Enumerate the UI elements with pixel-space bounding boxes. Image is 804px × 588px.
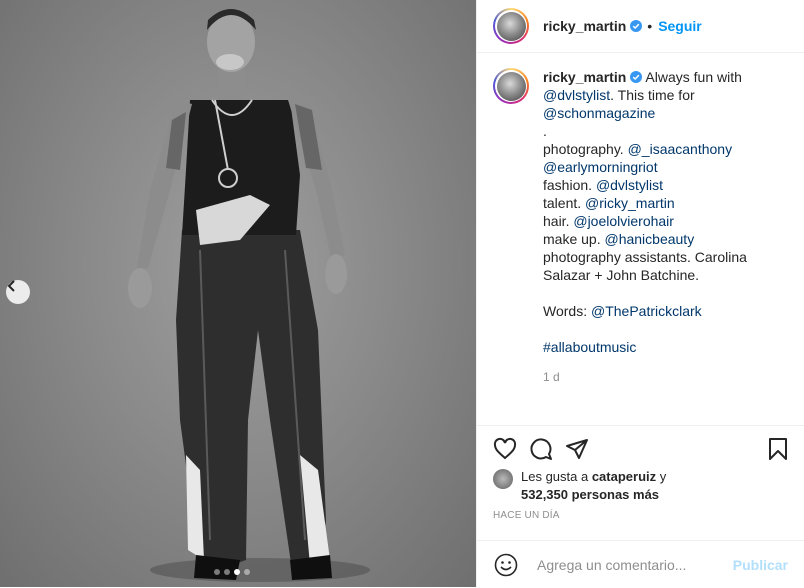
caption-mention[interactable]: @ricky_martin <box>585 195 675 211</box>
caption-text-segment: . This time for <box>610 87 695 103</box>
share-icon <box>566 439 588 459</box>
caption-line <box>543 320 779 338</box>
follow-button[interactable]: Seguir <box>658 18 702 34</box>
publish-button[interactable]: Publicar <box>733 557 788 573</box>
caption-mention[interactable]: @hanicbeauty <box>604 231 694 247</box>
caption-username[interactable]: ricky_martin <box>543 69 626 85</box>
caption-text-segment: photography assistants. Carolina <box>543 249 747 265</box>
emoji-icon <box>494 553 518 576</box>
caption-line: Salazar + John Batchine. <box>543 266 779 284</box>
caption-text-segment: Always fun with <box>645 69 742 85</box>
caption-text-segment: Words: <box>543 303 591 319</box>
save-button[interactable] <box>764 435 792 463</box>
avatar-image <box>496 11 526 41</box>
emoji-button[interactable] <box>493 552 519 578</box>
avatar-image <box>496 71 526 101</box>
comment-button[interactable] <box>527 435 555 463</box>
caption-line: photography assistants. Carolina <box>543 248 779 266</box>
caption-text: ricky_martin Always fun with @dvlstylist… <box>543 68 779 386</box>
carousel-prev-button[interactable] <box>6 280 30 304</box>
comment-icon <box>530 438 552 460</box>
caption-text-segment: fashion. <box>543 177 596 193</box>
likes-text: Les gusta a cataperuiz y 532,350 persona… <box>521 468 666 504</box>
caption-line: ricky_martin Always fun with <box>543 68 779 86</box>
carousel-dot <box>224 569 230 575</box>
caption-line: . <box>543 122 779 140</box>
caption-mention[interactable]: @schonmagazine <box>543 105 655 121</box>
caption-mention[interactable]: @joelolvierohair <box>573 213 674 229</box>
header-separator: • <box>647 18 653 34</box>
liker-avatar[interactable] <box>493 469 513 489</box>
carousel-indicator <box>214 569 250 575</box>
likes-count[interactable]: 532,350 personas más <box>521 487 659 502</box>
likes-user[interactable]: cataperuiz <box>592 469 656 484</box>
photo-figure <box>128 9 370 582</box>
caption-line: talent. @ricky_martin <box>543 194 779 212</box>
caption-line: fashion. @dvlstylist <box>543 176 779 194</box>
verified-badge-icon <box>630 20 643 32</box>
post-side-panel: ricky_martin • Seguir ricky_martin Alway… <box>476 0 804 587</box>
caption-text-segment: Salazar + John Batchine. <box>543 267 700 283</box>
bookmark-icon <box>769 438 787 460</box>
caption-area: ricky_martin Always fun with @dvlstylist… <box>493 68 788 418</box>
caption-line: @dvlstylist. This time for <box>543 86 779 104</box>
likes-suffix: y <box>656 469 667 484</box>
caption-body: @dvlstylist. This time for @schonmagazine… <box>543 86 779 356</box>
author-avatar[interactable] <box>493 8 529 44</box>
likes-prefix: Les gusta a <box>521 469 592 484</box>
caption-text-segment: make up. <box>543 231 605 247</box>
caption-mention[interactable]: @dvlstylist <box>543 87 610 103</box>
caption-mention[interactable]: @earlymorningriot <box>543 159 658 175</box>
carousel-dot <box>234 569 240 575</box>
caption-mention[interactable]: @_isaacanthony <box>628 141 733 157</box>
post-actions: Les gusta a cataperuiz y 532,350 persona… <box>477 425 804 521</box>
caption-mention[interactable]: #allaboutmusic <box>543 339 636 355</box>
caption-mention[interactable]: @dvlstylist <box>596 177 663 193</box>
caption-line: Words: @ThePatrickclark <box>543 302 779 320</box>
likes-summary: Les gusta a cataperuiz y 532,350 persona… <box>477 468 804 504</box>
post-timestamp[interactable]: HACE UN DÍA <box>477 510 804 521</box>
caption-line: hair. @joelolvierohair <box>543 212 779 230</box>
chevron-left-icon <box>7 280 15 292</box>
caption-text-segment: talent. <box>543 195 586 211</box>
caption-line: photography. @_isaacanthony <box>543 140 779 158</box>
caption-line: @schonmagazine <box>543 104 779 122</box>
author-username[interactable]: ricky_martin <box>543 18 626 34</box>
action-icons <box>477 426 804 464</box>
comment-input[interactable] <box>535 555 729 574</box>
post-photo[interactable] <box>0 0 476 587</box>
instagram-post: ricky_martin • Seguir ricky_martin Alway… <box>0 0 804 587</box>
caption-line: make up. @hanicbeauty <box>543 230 779 248</box>
caption-text-segment: . <box>543 123 547 139</box>
caption-line: @earlymorningriot <box>543 158 779 176</box>
caption-line <box>543 284 779 302</box>
caption-avatar[interactable] <box>493 68 529 104</box>
caption-age: 1 d <box>543 370 560 384</box>
caption-line: #allaboutmusic <box>543 338 779 356</box>
post-header: ricky_martin • Seguir <box>477 0 804 53</box>
share-button[interactable] <box>563 435 591 463</box>
heart-icon <box>493 437 517 460</box>
caption-text-segment: photography. <box>543 141 628 157</box>
caption-mention[interactable]: @ThePatrickclark <box>591 303 702 319</box>
comment-form: Publicar <box>477 540 804 588</box>
caption-row: ricky_martin Always fun with @dvlstylist… <box>493 68 788 386</box>
caption-text-segment: hair. <box>543 213 574 229</box>
carousel-dot <box>214 569 220 575</box>
like-button[interactable] <box>491 435 519 463</box>
verified-badge-icon <box>630 71 643 83</box>
carousel-dot <box>244 569 250 575</box>
